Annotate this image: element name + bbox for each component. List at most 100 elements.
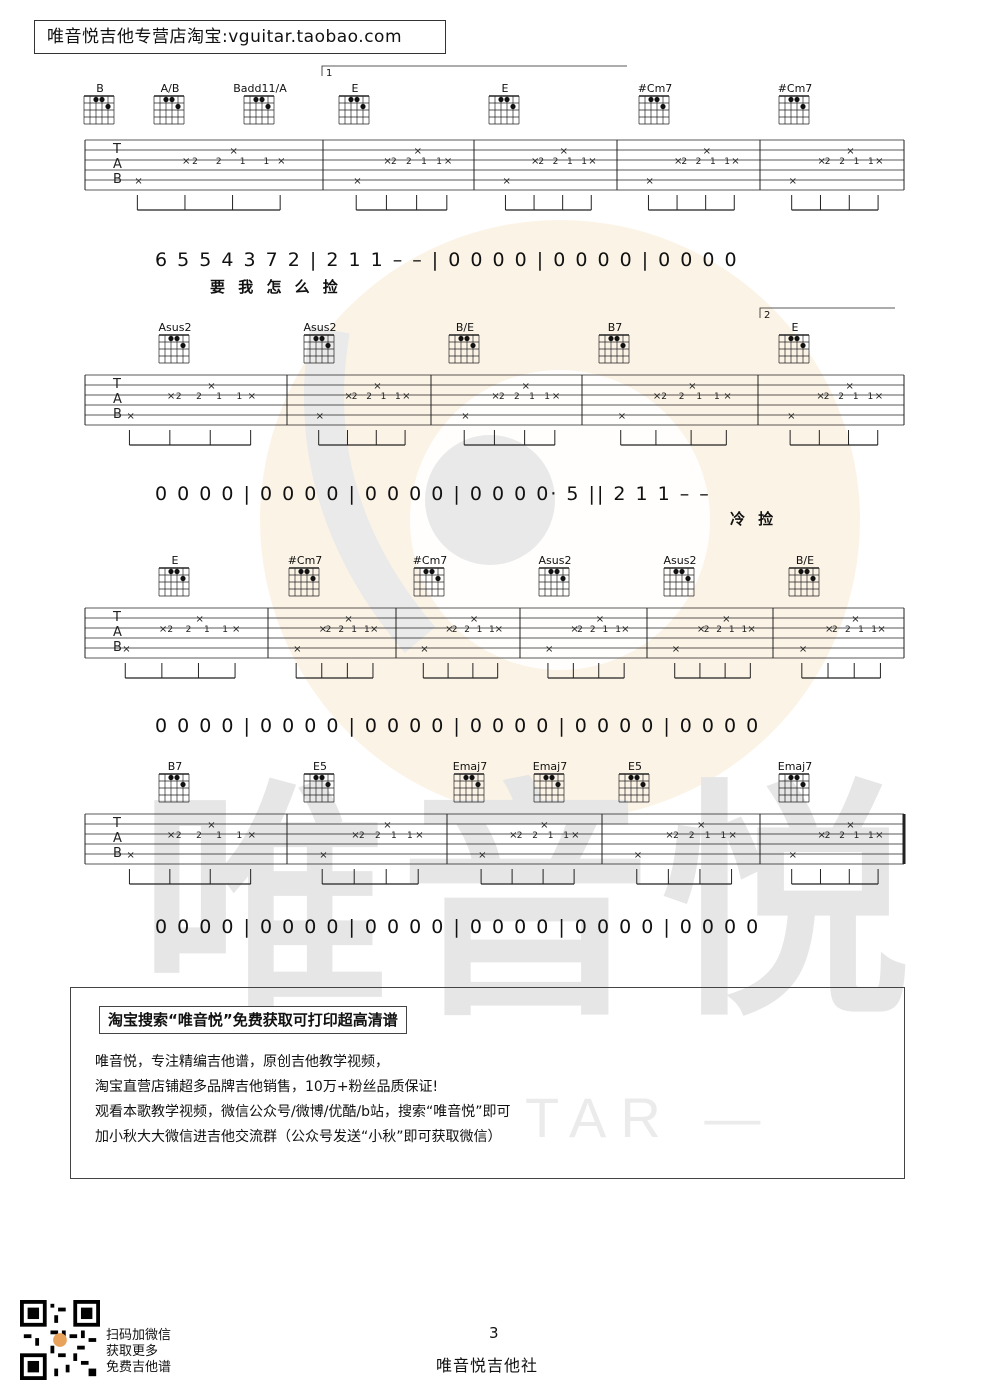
fret-number: 2 (452, 625, 458, 635)
chord-name: B (96, 82, 104, 95)
chord-dot (794, 335, 800, 342)
promo-line: 加小秋大大微信进吉他交流群（公众号发送“小秋”即可获取微信） (95, 1129, 502, 1145)
fret-number: 1 (436, 157, 442, 167)
fret-number: 1 (563, 831, 569, 841)
qr-code[interactable] (20, 1300, 100, 1380)
chord-diagram: Asus2 (304, 321, 336, 364)
chord-dot (560, 575, 566, 582)
fret-number: 2 (839, 831, 845, 841)
chord-dot (498, 96, 504, 103)
chord-dot (180, 575, 186, 582)
tab-note: × (522, 381, 530, 392)
tab-system: TAB ××××2 2 1 1××××2 2 1 1××××2 2 1 1××××2 2 1 1××××2… (84, 760, 906, 938)
fret-number: 2 (681, 157, 687, 167)
chord-dot (469, 774, 475, 781)
fret-number: 2 (375, 831, 381, 841)
qr-caption-line: 免费吉他谱 (106, 1360, 172, 1375)
tab-note: × (731, 156, 739, 167)
chord-diagram: Asus2 (159, 321, 191, 364)
fret-number: 1 (858, 625, 864, 635)
tab-clef-letter: T (112, 377, 121, 392)
qr-caption-line: 扫码加微信 (106, 1328, 172, 1343)
chord-diagram: #Cm7 (288, 554, 322, 597)
chord-name: Badd11/A (233, 82, 287, 95)
chord-dot (788, 96, 794, 103)
chord-dot (298, 568, 304, 575)
tab-note: × (846, 146, 854, 157)
chord-dot (458, 335, 464, 342)
chord-dot (325, 342, 331, 349)
fret-number: 2 (696, 157, 702, 167)
chord-dot (543, 774, 549, 781)
tab-note: × (182, 156, 190, 167)
chord-dot (163, 96, 169, 103)
chord-diagram: A/B (153, 82, 185, 125)
fret-number: 1 (705, 831, 711, 841)
tab-note: × (167, 391, 175, 402)
tab-note: × (344, 614, 352, 625)
chord-diagram: E (158, 554, 190, 597)
chord-dot (504, 96, 510, 103)
tab-note: × (672, 644, 680, 655)
fret-number: 2 (532, 831, 538, 841)
chord-dot (325, 781, 331, 788)
fret-number: 1 (216, 392, 222, 402)
chord-dot (319, 774, 325, 781)
fret-number: 2 (838, 392, 844, 402)
chord-dot (354, 96, 360, 103)
fret-number: 1 (871, 625, 877, 635)
chord-diagram: E5 (618, 760, 650, 803)
fret-number: 1 (381, 392, 387, 402)
fret-number: 1 (714, 392, 720, 402)
fret-number: 1 (477, 625, 483, 635)
tab-clef-letter: T (112, 142, 121, 157)
fret-number: 2 (689, 831, 695, 841)
fret-number: 1 (544, 392, 550, 402)
fret-number: 2 (196, 831, 202, 841)
chord-dot (253, 96, 259, 103)
fret-number: 1 (868, 831, 874, 841)
tab-note: × (560, 146, 568, 157)
tab-note: × (653, 391, 661, 402)
tab-note: × (414, 146, 422, 157)
chord-dot (685, 575, 691, 582)
chord-dot (673, 568, 679, 575)
fret-number: 1 (237, 831, 243, 841)
tab-note: × (415, 830, 423, 841)
chord-dot (800, 342, 806, 349)
tab-note: × (370, 624, 378, 635)
tab-note: × (373, 381, 381, 392)
numbered-notation: 0 0 0 0 | 0 0 0 0 | 0 0 0 0 | 0 0 0 0· 5… (155, 483, 711, 505)
chord-diagram: B7 (598, 321, 630, 364)
tab-note: × (461, 411, 469, 422)
chord-dot (348, 96, 354, 103)
chord-dot (549, 774, 555, 781)
fret-number: 1 (854, 157, 860, 167)
chord-diagram: E (488, 82, 520, 125)
fret-number: 2 (661, 392, 667, 402)
tab-clef-letter: B (113, 172, 122, 187)
chord-name: Emaj7 (778, 760, 812, 773)
fret-number: 2 (176, 831, 182, 841)
fret-number: 1 (264, 157, 270, 167)
fret-number: 1 (729, 625, 735, 635)
fret-number: 1 (364, 625, 370, 635)
tab-note: × (126, 850, 134, 861)
fret-number: 1 (603, 625, 609, 635)
qr-caption-line: 获取更多 (106, 1344, 159, 1359)
tab-note: × (787, 411, 795, 422)
tab-score: TAB ××××2 2 1 1××××2 2 1 1××××2 2 1 1××××2 2 1 1××××2… (83, 65, 906, 938)
fret-number: 1 (742, 625, 748, 635)
promo-line: 淘宝直营店铺超多品牌吉他销售，10万+粉丝品质保证! (95, 1079, 439, 1095)
tab-note: × (195, 614, 203, 625)
fret-number: 2 (359, 831, 365, 841)
chord-dot (93, 96, 99, 103)
chord-diagram: B/E (788, 554, 820, 597)
fret-number: 1 (240, 157, 246, 167)
page-number: 3 (489, 1324, 499, 1342)
tab-clef-letter: A (113, 392, 122, 407)
tab-note: × (402, 391, 410, 402)
tab-note: × (875, 156, 883, 167)
fret-number: 2 (326, 625, 332, 635)
chord-name: Emaj7 (453, 760, 487, 773)
